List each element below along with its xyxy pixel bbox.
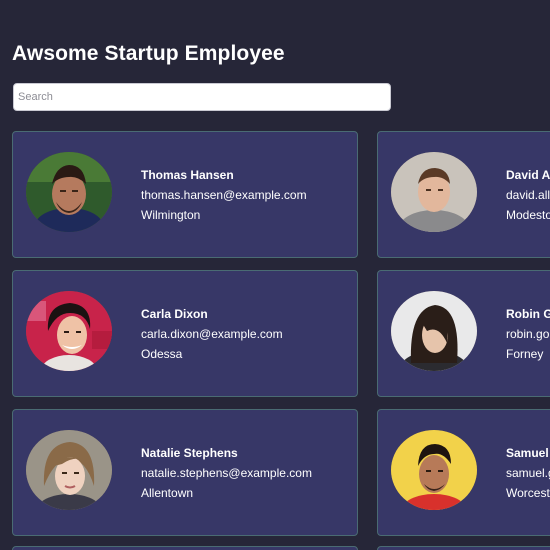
employee-name: David A [506,168,550,182]
avatar [391,152,477,232]
employee-city: Forney [506,347,544,361]
employee-card[interactable]: Thomas Hansen thomas.hansen@example.com … [12,131,358,258]
employee-email: natalie.stephens@example.com [141,466,312,480]
employee-name: Thomas Hansen [141,168,234,182]
employee-name: Natalie Stephens [141,446,238,460]
employee-email: david.all [506,188,550,202]
employee-directory-page: Awsome Startup Employee Thomas Hansen th… [0,0,550,550]
employee-city: Worcest [506,486,550,500]
avatar [26,430,112,510]
employee-card-partial[interactable] [377,546,550,550]
employee-name: Robin G [506,307,550,321]
avatar [26,291,112,371]
employee-email: samuel.g [506,466,550,480]
employee-card-partial[interactable] [12,546,358,550]
employee-name: Carla Dixon [141,307,208,321]
employee-city: Odessa [141,347,183,361]
employee-email: robin.go [506,327,550,341]
employee-card[interactable]: Natalie Stephens natalie.stephens@exampl… [12,409,358,536]
search-input[interactable] [13,83,391,111]
employee-card[interactable]: Samuel samuel.g Worcest [377,409,550,536]
employee-card[interactable]: Robin G robin.go Forney [377,270,550,397]
avatar [391,430,477,510]
employee-city: Wilmington [141,208,201,222]
employee-card[interactable]: David A david.all Modesto [377,131,550,258]
employee-email: thomas.hansen@example.com [141,188,307,202]
page-title: Awsome Startup Employee [12,42,285,65]
employee-name: Samuel [506,446,549,460]
avatar [391,291,477,371]
employee-city: Modesto [506,208,550,222]
employee-city: Allentown [141,486,194,500]
avatar [26,152,112,232]
employee-email: carla.dixon@example.com [141,327,283,341]
employee-card[interactable]: Carla Dixon carla.dixon@example.com Odes… [12,270,358,397]
